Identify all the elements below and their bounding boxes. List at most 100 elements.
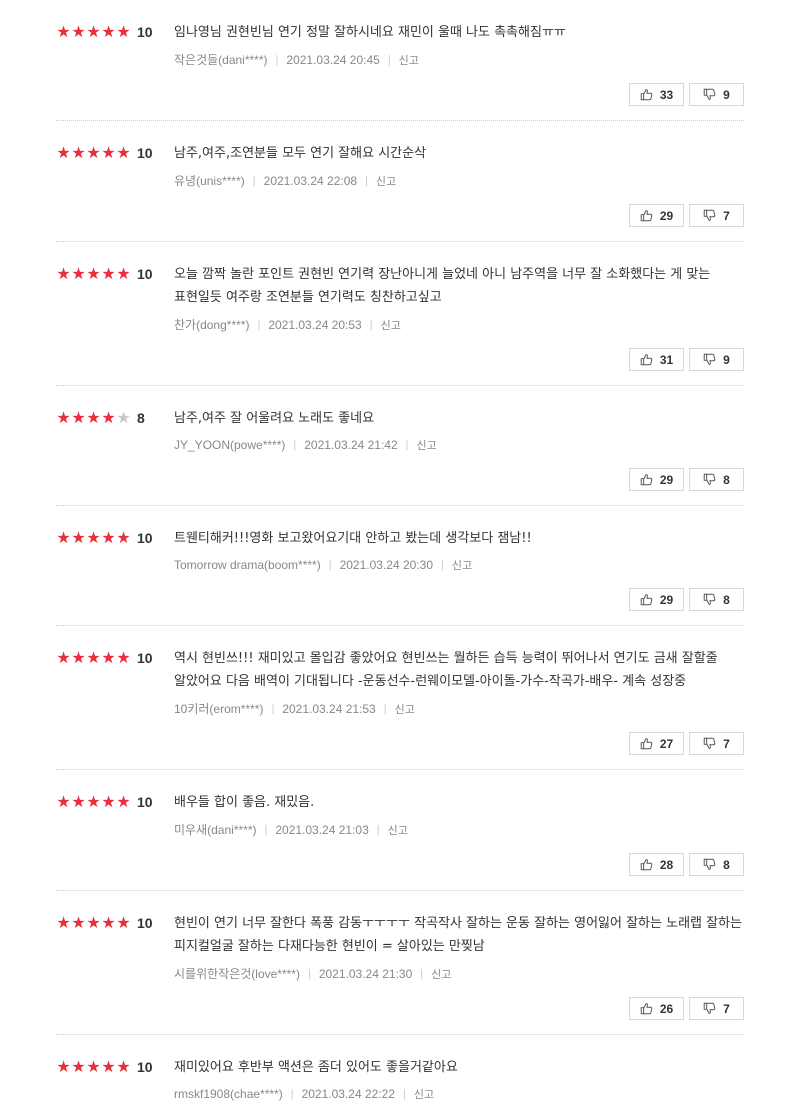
review-item: ★ ★ ★ ★ ★ 10 트웬티해커!!!영화 보고왔어요기대 안하고 봤는데 생각보다… [56, 506, 744, 626]
review-meta: 미우새(dani****) | 2021.03.24 21:03 | 신고 [174, 821, 744, 838]
star-rating: ★ ★ ★ ★ ★ [56, 915, 131, 931]
report-link[interactable]: 신고 [431, 966, 451, 982]
star-rating: ★ ★ ★ ★ ★ [56, 145, 131, 161]
separator: | [405, 439, 409, 451]
review-text: 역시 현빈쓰!!! 재미있고 몰입감 좋았어요 현빈쓰는 뭘하든 습득 능력이 … [174, 651, 718, 689]
star-icon: ★ [56, 264, 71, 283]
rating-score: 10 [137, 145, 153, 161]
review-author[interactable]: 찬가(dong****) [174, 316, 249, 333]
star-icon: ★ [116, 648, 131, 667]
star-icon: ★ [56, 22, 71, 41]
review-author[interactable]: 시를위한작은것(love****) [174, 965, 300, 982]
star-rating: ★ ★ ★ ★ ★ [56, 1059, 131, 1075]
star-icon: ★ [71, 528, 86, 547]
review-author[interactable]: JY_YOON(powe****) [174, 438, 285, 452]
report-link[interactable]: 신고 [395, 701, 415, 717]
thumbs-down-icon [703, 209, 723, 222]
like-button[interactable]: 31 [629, 348, 684, 371]
review-date: 2021.03.24 20:53 [268, 317, 362, 332]
rating: ★ ★ ★ ★ ★ 10 [56, 528, 152, 547]
review-author[interactable]: 유녕(unis****) [174, 172, 245, 189]
like-button[interactable]: 29 [629, 588, 684, 611]
review-date: 2021.03.24 22:22 [301, 1087, 395, 1101]
star-icon: ★ [56, 1057, 71, 1076]
like-button[interactable]: 26 [629, 997, 684, 1020]
vote-actions: 31 9 [174, 348, 744, 371]
dislike-button[interactable]: 8 [689, 588, 744, 611]
review-meta: 작은것들(dani****) | 2021.03.24 20:45 | 신고 [174, 51, 744, 68]
star-icon: ★ [71, 1057, 86, 1076]
review-author[interactable]: 미우새(dani****) [174, 821, 256, 838]
separator: | [307, 967, 311, 980]
dislike-button[interactable]: 9 [689, 83, 744, 106]
review-text: 남주,여주,조연분들 모두 연기 잘해요 시간순삭 [174, 146, 427, 161]
star-icon: ★ [101, 264, 116, 283]
separator: | [264, 823, 268, 836]
star-icon: ★ [56, 408, 71, 427]
thumbs-up-icon [640, 858, 660, 871]
star-icon: ★ [56, 913, 71, 932]
review-item: ★ ★ ★ ★ ★ 10 역시 현빈쓰!!! 재미있고 몰입감 좋았어요 현빈쓰는 뭘하… [56, 626, 744, 770]
report-link[interactable]: 신고 [417, 437, 437, 453]
dislike-button[interactable]: 8 [689, 468, 744, 491]
dislike-button[interactable]: 9 [689, 348, 744, 371]
star-icon: ★ [116, 143, 131, 162]
separator: | [293, 439, 297, 451]
like-button[interactable]: 33 [629, 83, 684, 106]
thumbs-up-icon [640, 353, 660, 366]
star-rating: ★ ★ ★ ★ ★ [56, 650, 131, 666]
report-link[interactable]: 신고 [414, 1086, 434, 1102]
rating-score: 10 [137, 915, 153, 931]
review-author[interactable]: rmskf1908(chae****) [174, 1087, 283, 1101]
star-rating: ★ ★ ★ ★ ★ [56, 266, 131, 282]
report-link[interactable]: 신고 [381, 317, 401, 333]
review-meta: 시를위한작은것(love****) | 2021.03.24 21:30 | 신… [174, 965, 744, 982]
report-link[interactable]: 신고 [399, 52, 419, 68]
thumbs-down-icon [703, 858, 723, 871]
star-icon: ★ [101, 1057, 116, 1076]
review-meta: 찬가(dong****) | 2021.03.24 20:53 | 신고 [174, 316, 744, 333]
dislike-count: 7 [723, 208, 730, 223]
separator: | [376, 823, 380, 836]
star-icon: ★ [56, 143, 71, 162]
thumbs-up-icon [640, 209, 660, 222]
dislike-count: 8 [723, 857, 730, 872]
review-text: 현빈이 연기 너무 잘한다 폭풍 감동ㅜㅜㅜㅜ 작곡작사 잘하는 운동 잘하는 … [174, 916, 743, 954]
review-item: ★ ★ ★ ★ ★ 10 오늘 깜짝 놀란 포인트 권현빈 연기력 장난아니게 늘었네 … [56, 242, 744, 386]
like-count: 33 [659, 87, 674, 102]
like-button[interactable]: 28 [629, 853, 684, 876]
thumbs-down-icon [703, 593, 723, 606]
thumbs-down-icon [703, 88, 723, 101]
review-date: 2021.03.24 20:45 [286, 52, 380, 67]
review-author[interactable]: 10키러(erom****) [174, 700, 263, 717]
star-icon: ★ [116, 22, 131, 41]
star-icon: ★ [116, 913, 131, 932]
star-icon: ★ [116, 264, 131, 283]
star-icon: ★ [116, 528, 131, 547]
like-count: 31 [659, 352, 674, 367]
like-button[interactable]: 27 [629, 732, 684, 755]
rating-score: 8 [137, 410, 145, 426]
report-link[interactable]: 신고 [388, 822, 408, 838]
dislike-count: 7 [723, 736, 730, 751]
like-button[interactable]: 29 [629, 204, 684, 227]
rating: ★ ★ ★ ★ ★ 10 [56, 650, 152, 667]
review-date: 2021.03.24 21:42 [304, 438, 398, 452]
review-text: 오늘 깜짝 놀란 포인트 권현빈 연기력 장난아니게 늘었네 아니 남주역을 너… [174, 267, 711, 305]
separator: | [275, 53, 279, 66]
report-link[interactable]: 신고 [376, 173, 396, 189]
report-link[interactable]: 신고 [452, 557, 472, 573]
dislike-button[interactable]: 8 [689, 853, 744, 876]
dislike-button[interactable]: 7 [689, 732, 744, 755]
like-button[interactable]: 29 [629, 468, 684, 491]
dislike-button[interactable]: 7 [689, 204, 744, 227]
star-rating: ★ ★ ★ ★ ★ [56, 794, 131, 810]
star-rating: ★ ★ ★ ★ ★ [56, 410, 131, 426]
review-date: 2021.03.24 21:30 [318, 966, 413, 981]
dislike-button[interactable]: 7 [689, 997, 744, 1020]
separator: | [387, 53, 391, 66]
vote-actions: 26 7 [174, 997, 744, 1020]
review-author[interactable]: 작은것들(dani****) [174, 51, 268, 68]
thumbs-down-icon [703, 737, 723, 750]
review-author[interactable]: Tomorrow drama(boom****) [174, 558, 321, 572]
